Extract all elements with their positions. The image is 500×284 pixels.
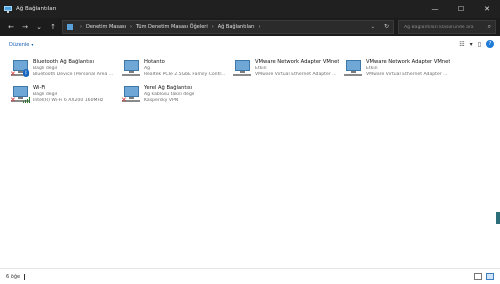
status-bar: 6 öğe: [0, 268, 500, 284]
minimize-button[interactable]: —: [422, 0, 448, 18]
background-window-edge: [496, 212, 500, 224]
connection-name: Yerel Ağ Bağlantısı: [144, 85, 193, 91]
search-icon: ⌕: [487, 23, 491, 30]
network-adapter-icon: [121, 60, 141, 78]
connection-status: Ağ kablosu takılı değil: [144, 92, 195, 97]
list-item[interactable]: VMware Network Adapter VMnet1 Etkin VMwa…: [227, 56, 339, 82]
connection-name: VMware Network Adapter VMnet8: [366, 59, 450, 65]
connections-list: ✕ ᛒ Bluetooth Ağ Bağlantısı Bağlı değil …: [0, 52, 500, 268]
network-adapter-icon: [232, 60, 252, 78]
network-adapter-icon: [343, 60, 363, 78]
connection-device: VMware Virtual Ethernet Adapter ...: [366, 72, 448, 77]
network-adapter-icon: ✕ ᛒ: [10, 60, 30, 78]
disconnected-x-icon: ✕: [121, 96, 127, 104]
navigation-bar: ← → ⌄ ↑ › Denetim Masası › Tüm Denetim M…: [0, 18, 500, 36]
wifi-signal-icon: [23, 97, 30, 103]
maximize-button[interactable]: ☐: [448, 0, 474, 18]
connection-status: Ağ: [144, 66, 151, 71]
search-input[interactable]: Ağ Bağlantıları klasöründe ara: [404, 25, 488, 30]
connection-device: VMware Virtual Ethernet Adapter ...: [255, 72, 337, 77]
bluetooth-icon: ᛒ: [23, 69, 29, 77]
connection-name: Hotanto: [144, 59, 165, 65]
command-bar: Düzenle ▾ ☷ ▾ ▯ ?: [0, 38, 500, 52]
list-item[interactable]: ✕ Wi-Fi Bağlı değil Intel(R) Wi-Fi 6 AX2…: [5, 82, 115, 108]
change-view-icon[interactable]: ☷: [459, 41, 464, 48]
network-connections-icon: [4, 5, 12, 13]
connection-name: VMware Network Adapter VMnet1: [255, 59, 339, 65]
recent-locations-chevron-icon[interactable]: ⌄: [32, 20, 46, 34]
item-count: 6 öğe: [6, 273, 21, 280]
disconnected-x-icon: ✕: [10, 70, 16, 78]
window-title: Ağ Bağlantıları: [16, 6, 57, 12]
disconnected-x-icon: ✕: [10, 96, 16, 104]
connection-status: Bağlı değil: [33, 66, 58, 71]
search-box[interactable]: Ağ Bağlantıları klasöründe ara ⌕: [398, 20, 496, 34]
chevron-right-icon: ›: [211, 24, 214, 30]
connection-device: Kaspersky VPN: [144, 98, 179, 103]
network-connections-window: Ağ Bağlantıları — ☐ ✕ ← → ⌄ ↑ › Denetim …: [0, 0, 500, 284]
connection-device: Realtek PCIe 2.5GbE Family Contr...: [144, 72, 226, 77]
address-bar[interactable]: › Denetim Masası › Tüm Denetim Masası Öğ…: [62, 20, 394, 34]
list-item[interactable]: Hotanto Ağ Realtek PCIe 2.5GbE Family Co…: [116, 56, 226, 82]
chevron-right-icon: ›: [258, 24, 261, 30]
connection-name: Bluetooth Ağ Bağlantısı: [33, 59, 94, 65]
help-icon[interactable]: ?: [486, 40, 494, 48]
title-bar: Ağ Bağlantıları — ☐ ✕: [0, 0, 500, 18]
status-separator: [24, 273, 26, 280]
connection-name: Wi-Fi: [33, 85, 46, 91]
status-view-buttons: [474, 273, 494, 280]
list-item[interactable]: ✕ ᛒ Bluetooth Ağ Bağlantısı Bağlı değil …: [5, 56, 115, 82]
connection-device: Intel(R) Wi-Fi 6 AX200 160MHz: [33, 98, 104, 103]
back-arrow-icon[interactable]: ←: [4, 20, 18, 34]
list-item[interactable]: VMware Network Adapter VMnet8 Etkin VMwa…: [338, 56, 450, 82]
breadcrumb-network-connections[interactable]: Ağ Bağlantıları: [218, 24, 255, 30]
breadcrumb-control-panel[interactable]: Denetim Masası: [86, 24, 126, 30]
connection-device: Bluetooth Device (Personal Area ...: [33, 72, 114, 77]
window-controls: — ☐ ✕: [422, 0, 500, 18]
chevron-right-icon: ›: [130, 24, 133, 30]
up-arrow-icon[interactable]: ↑: [46, 20, 60, 34]
chevron-right-icon: ›: [80, 24, 82, 30]
connection-status: Etkin: [255, 66, 267, 71]
connection-status: Etkin: [366, 66, 378, 71]
network-adapter-icon: ✕: [121, 86, 141, 104]
view-options-chevron-icon[interactable]: ▾: [470, 41, 473, 48]
forward-arrow-icon[interactable]: →: [18, 20, 32, 34]
view-tools: ☷ ▾ ▯ ?: [459, 40, 494, 48]
preview-pane-icon[interactable]: ▯: [478, 41, 481, 48]
list-item[interactable]: ✕ Yerel Ağ Bağlantısı Ağ kablosu takılı …: [116, 82, 226, 108]
address-dropdown-icon[interactable]: ⌄: [371, 24, 375, 30]
control-panel-icon: [67, 24, 73, 30]
network-adapter-icon: ✕: [10, 86, 30, 104]
connection-status: Bağlı değil: [33, 92, 58, 97]
details-view-icon[interactable]: [474, 273, 482, 280]
refresh-icon[interactable]: ↻: [384, 23, 389, 30]
breadcrumb-all-items[interactable]: Tüm Denetim Masası Öğeleri: [136, 24, 208, 30]
organize-button[interactable]: Düzenle ▾: [9, 42, 33, 48]
chevron-down-icon: ▾: [31, 42, 34, 47]
close-button[interactable]: ✕: [474, 0, 500, 18]
tiles-view-icon[interactable]: [486, 273, 494, 280]
